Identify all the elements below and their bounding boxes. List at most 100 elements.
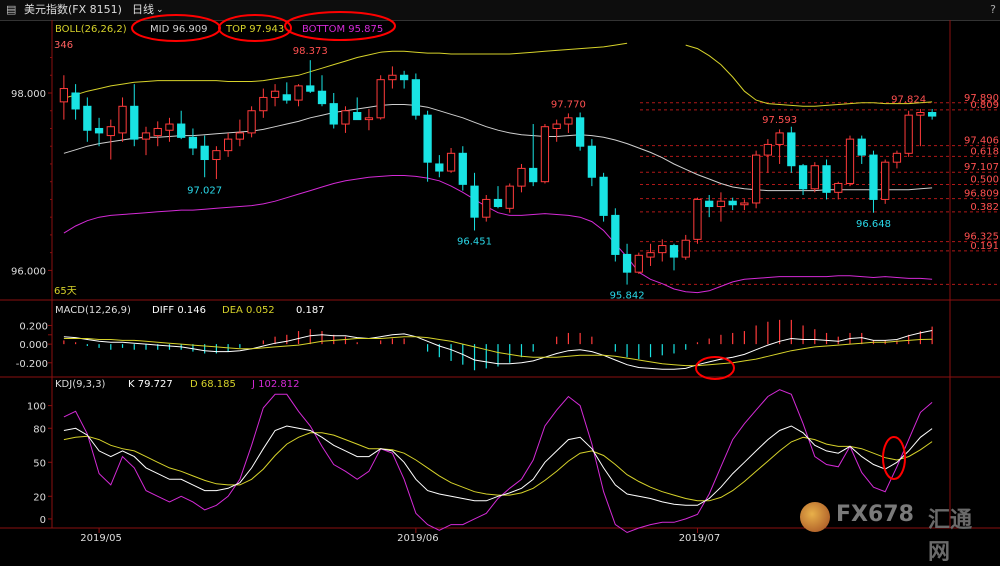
macd-y-tick-label: -0.200 [16,359,48,370]
day-count-label: 65天 [54,286,77,297]
candle-body [705,200,714,208]
legend-top: TOP 97.943 [225,24,284,35]
candle-body [775,132,784,145]
fib-level-label: 96.809 [964,189,999,200]
candle-body [470,185,479,218]
kdj-y-tick-label: 0 [40,515,46,526]
price-label: 96.648 [856,219,891,230]
candle-body [177,123,186,138]
candle-body [869,154,878,200]
candle-body [165,123,174,131]
candle-body [446,152,456,172]
legend-j: J 102.812 [251,379,299,390]
candle-body [259,96,268,112]
candle-body [552,123,561,129]
candle-body [575,117,585,147]
candle-body [106,126,115,137]
fib-level-label: 97.107 [964,162,999,173]
candle-body [294,85,303,101]
candle-body [493,198,503,208]
kdj-title: KDJ(9,3,3) [55,379,106,390]
chart-title: BOLL(26,26,2) [55,24,127,35]
candle-body [904,114,913,154]
kdj-d-line [63,432,933,502]
candle-body [763,143,773,156]
macd-title: MACD(12,26,9) [55,305,131,316]
candle-body [341,110,350,125]
candle-body [751,154,761,204]
candle-body [599,176,608,216]
candle-body [810,165,819,190]
macd-y-tick-label: 0.200 [19,321,48,332]
candle-body [505,185,514,209]
candle-body [423,114,432,163]
legend-diff: DIFF 0.146 [152,305,206,316]
candle-body [153,127,162,137]
candle-body [306,85,315,92]
candle-body [83,105,92,131]
candle-body [728,200,737,206]
kdj-y-tick-label: 80 [33,424,46,435]
candle-body [329,103,338,125]
legend-macd: 0.187 [296,305,325,316]
candle-body [787,132,796,167]
y-tick-label: 98.000 [11,89,46,100]
price-label: 97.770 [551,99,586,110]
fib-level-label: 0.809 [970,100,999,111]
watermark-sub: 汇通网 [928,508,973,565]
candle-body [693,198,702,240]
candle-body [822,165,831,193]
candle-body [130,105,139,140]
legend-d: D 68.185 [190,379,236,390]
kdj-y-tick-label: 50 [33,458,46,469]
macd-y-tick-label: 0.000 [19,340,48,351]
legend-dea: DEA 0.052 [222,305,275,316]
candle-body [212,150,221,161]
candle-body [540,126,550,183]
boll-top-line [63,42,933,107]
candle-body [716,200,726,208]
candle-body [435,163,444,172]
price-label: 97.027 [187,185,222,196]
candle-body [94,127,104,134]
edge-label: 346 [54,40,73,51]
candle-body [223,138,233,152]
candle-body [611,214,620,255]
candle-body [669,245,679,258]
candle-body [517,167,526,187]
brand-logo [800,502,830,532]
candle-body [658,245,667,254]
candle-body [317,90,327,105]
candle-body [118,105,127,134]
candle-body [235,132,245,140]
candle-body [927,112,937,117]
kdj-y-tick-label: 20 [33,492,46,503]
fib-level-label: 97.406 [964,136,999,147]
candle-body [892,152,902,163]
fib-level-label: 0.191 [970,241,999,252]
candle-body [798,165,808,190]
x-tick-label: 2019/07 [679,533,721,544]
candle-body [622,253,632,273]
candle-body [247,110,256,134]
price-label: 95.842 [610,290,645,301]
candle-body [587,145,597,178]
price-label: 97.593 [762,115,797,126]
x-tick-label: 2019/05 [80,533,122,544]
candle-body [141,132,151,140]
candle-body [857,138,866,156]
price-label: 98.373 [293,46,328,57]
candle-body [399,74,409,81]
candle-body [188,136,198,149]
legend-bottom: BOTTOM 95.875 [302,24,383,35]
fib-level-label: 0.618 [970,146,999,157]
candle-body [646,252,655,258]
x-tick-label: 2019/06 [397,533,439,544]
candle-body [834,182,843,193]
candle-body [270,90,280,98]
candle-body [740,202,749,206]
candle-body [634,254,643,273]
kdj-y-tick-label: 100 [27,402,46,413]
legend-k: K 79.727 [128,379,173,390]
stock-chart[interactable]: 98.000 96.000 BOLL(26,26,2) MID 96.909 TOP 9… [0,0,1000,546]
